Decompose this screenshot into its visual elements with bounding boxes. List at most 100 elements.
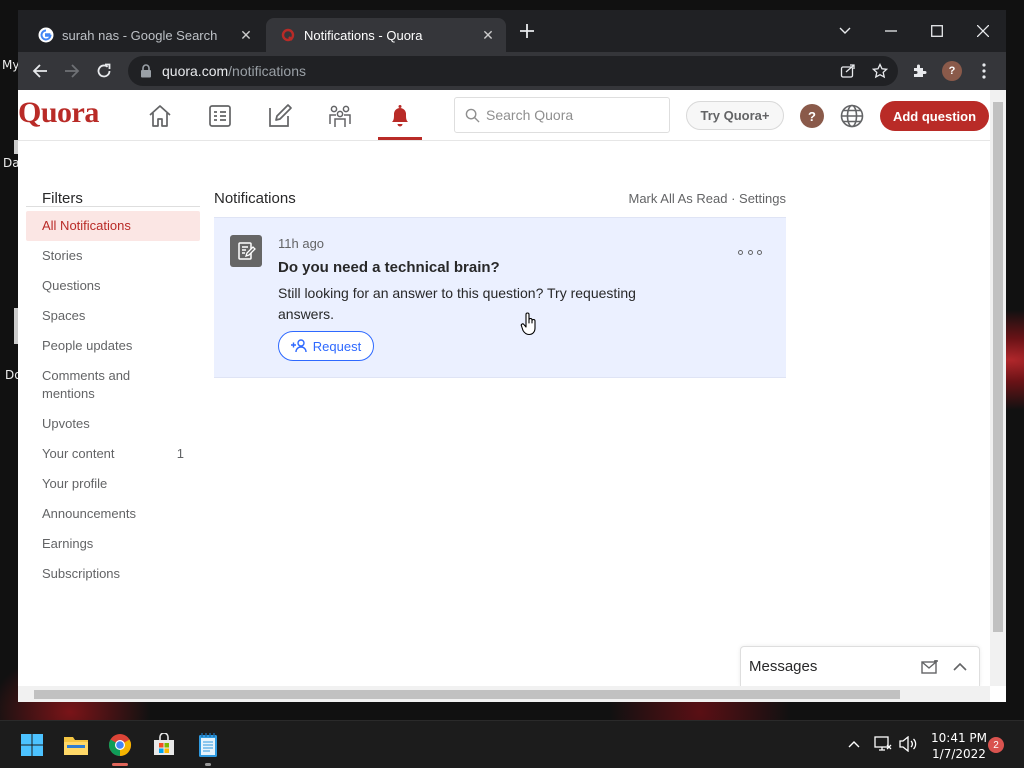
- tab-strip: surah nas - Google Search ✕ Notification…: [18, 10, 1006, 52]
- filter-count: 1: [176, 446, 184, 461]
- filter-your-profile[interactable]: Your profile: [26, 469, 200, 499]
- file-explorer-button[interactable]: [62, 731, 90, 759]
- search-box[interactable]: [454, 97, 670, 133]
- filter-spaces[interactable]: Spaces: [26, 301, 200, 331]
- minimize-icon: [885, 30, 897, 32]
- try-quora-plus-button[interactable]: Try Quora+: [686, 101, 784, 130]
- browser-window: surah nas - Google Search ✕ Notification…: [18, 10, 1006, 702]
- close-window-button[interactable]: [960, 16, 1006, 46]
- scrollbar-thumb[interactable]: [993, 102, 1003, 632]
- bell-icon[interactable]: [386, 102, 414, 130]
- notification-item[interactable]: 11h ago Do you need a technical brain? S…: [214, 217, 786, 378]
- new-tab-button[interactable]: [512, 16, 542, 46]
- filter-subscriptions[interactable]: Subscriptions: [26, 559, 200, 589]
- tab-quora-notifications[interactable]: Notifications - Quora ✕: [266, 18, 506, 52]
- notepad-button[interactable]: [194, 731, 222, 766]
- search-icon: [465, 108, 480, 123]
- filter-label: Questions: [42, 278, 101, 293]
- windows-logo-icon: [21, 734, 43, 756]
- google-icon: [38, 27, 54, 43]
- page-viewport: Quora Search Quora Try Quora+ ? Add ques…: [18, 90, 1006, 702]
- filter-label: Earnings: [42, 536, 94, 551]
- quora-logo[interactable]: Quora: [18, 96, 99, 130]
- system-clock[interactable]: 10:41 PM 1/7/2022: [924, 730, 994, 762]
- home-icon[interactable]: [146, 102, 174, 130]
- clock-date: 1/7/2022: [932, 747, 986, 761]
- chevron-down-icon: [839, 27, 851, 34]
- vertical-scrollbar[interactable]: [990, 90, 1006, 686]
- maximize-icon: [931, 25, 943, 37]
- mark-all-read-settings-link[interactable]: Mark All As Read · Settings: [578, 191, 786, 206]
- tab-google-search[interactable]: surah nas - Google Search ✕: [24, 18, 264, 52]
- microsoft-store-button[interactable]: [150, 731, 178, 759]
- notification-title[interactable]: Do you need a technical brain?: [278, 259, 500, 276]
- active-nav-indicator: [378, 137, 422, 140]
- notepad-icon: [199, 733, 217, 757]
- bookmark-star-icon[interactable]: [872, 63, 888, 79]
- filter-your-content[interactable]: Your content 1: [26, 439, 200, 469]
- filter-earnings[interactable]: Earnings: [26, 529, 200, 559]
- notification-time: 11h ago: [278, 236, 325, 251]
- reload-button[interactable]: [92, 59, 116, 83]
- share-icon[interactable]: [840, 63, 856, 79]
- user-avatar[interactable]: ?: [800, 104, 824, 128]
- filters-heading: Filters: [42, 190, 83, 207]
- spaces-people-icon[interactable]: [326, 102, 354, 130]
- add-question-button[interactable]: Add question: [880, 101, 989, 131]
- network-icon[interactable]: [874, 736, 892, 752]
- chevron-up-icon[interactable]: [848, 740, 860, 748]
- chevron-up-icon[interactable]: [953, 662, 967, 671]
- extensions-button[interactable]: [908, 59, 932, 83]
- filter-questions[interactable]: Questions: [26, 271, 200, 301]
- messages-widget[interactable]: Messages: [740, 646, 980, 686]
- scrollbar-thumb[interactable]: [34, 690, 900, 699]
- filter-label: Announcements: [42, 506, 136, 521]
- chrome-taskbar-button[interactable]: [106, 731, 134, 766]
- kebab-menu-icon: [982, 63, 986, 79]
- question-notification-icon: [230, 235, 262, 267]
- close-tab-icon[interactable]: ✕: [238, 27, 254, 44]
- filter-people-updates[interactable]: People updates: [26, 331, 200, 361]
- forward-button[interactable]: [60, 59, 84, 83]
- compose-message-icon[interactable]: [921, 659, 939, 674]
- following-icon[interactable]: [206, 102, 234, 130]
- filter-label: Stories: [42, 248, 83, 263]
- maximize-button[interactable]: [914, 16, 960, 46]
- search-input[interactable]: [486, 107, 656, 123]
- volume-icon[interactable]: [899, 736, 917, 752]
- quora-header: Quora Search Quora Try Quora+ ? Add ques…: [18, 90, 990, 141]
- filter-stories[interactable]: Stories: [26, 241, 200, 271]
- filter-all-notifications[interactable]: All Notifications: [26, 211, 200, 241]
- more-options-icon[interactable]: [738, 245, 762, 259]
- request-answers-button[interactable]: Request: [278, 331, 374, 361]
- filter-announcements[interactable]: Announcements: [26, 499, 200, 529]
- arrow-left-icon: [32, 64, 47, 78]
- menu-button[interactable]: [972, 59, 996, 83]
- filter-label: Your profile: [42, 476, 108, 491]
- puzzle-icon: [914, 64, 927, 77]
- tab-search-button[interactable]: [822, 16, 868, 46]
- desktop-label: My: [2, 58, 20, 72]
- chrome-icon: [109, 734, 131, 756]
- back-button[interactable]: [28, 59, 52, 83]
- globe-language-icon[interactable]: [839, 103, 865, 129]
- answer-pencil-icon[interactable]: [266, 102, 294, 130]
- filter-label: Spaces: [42, 308, 86, 323]
- horizontal-scrollbar[interactable]: [18, 686, 990, 702]
- tab-title: Notifications - Quora: [304, 27, 423, 43]
- edit-document-icon: [238, 242, 256, 260]
- url-path: /notifications: [228, 63, 306, 79]
- minimize-button[interactable]: [868, 16, 914, 46]
- profile-button[interactable]: ?: [940, 59, 964, 83]
- start-button[interactable]: [18, 731, 46, 759]
- browser-toolbar: quora.com/notifications ?: [18, 52, 1006, 90]
- filter-comments-and-mentions[interactable]: Comments and mentions: [26, 361, 200, 409]
- hand-cursor-icon: [520, 312, 536, 336]
- filter-upvotes[interactable]: Upvotes: [26, 409, 200, 439]
- close-tab-icon[interactable]: ✕: [480, 27, 496, 44]
- notification-center-badge[interactable]: 2: [988, 737, 1004, 753]
- address-bar[interactable]: quora.com/notifications: [128, 56, 898, 86]
- store-bag-icon: [154, 733, 174, 755]
- filter-label: Upvotes: [42, 416, 90, 431]
- close-icon: [977, 25, 989, 37]
